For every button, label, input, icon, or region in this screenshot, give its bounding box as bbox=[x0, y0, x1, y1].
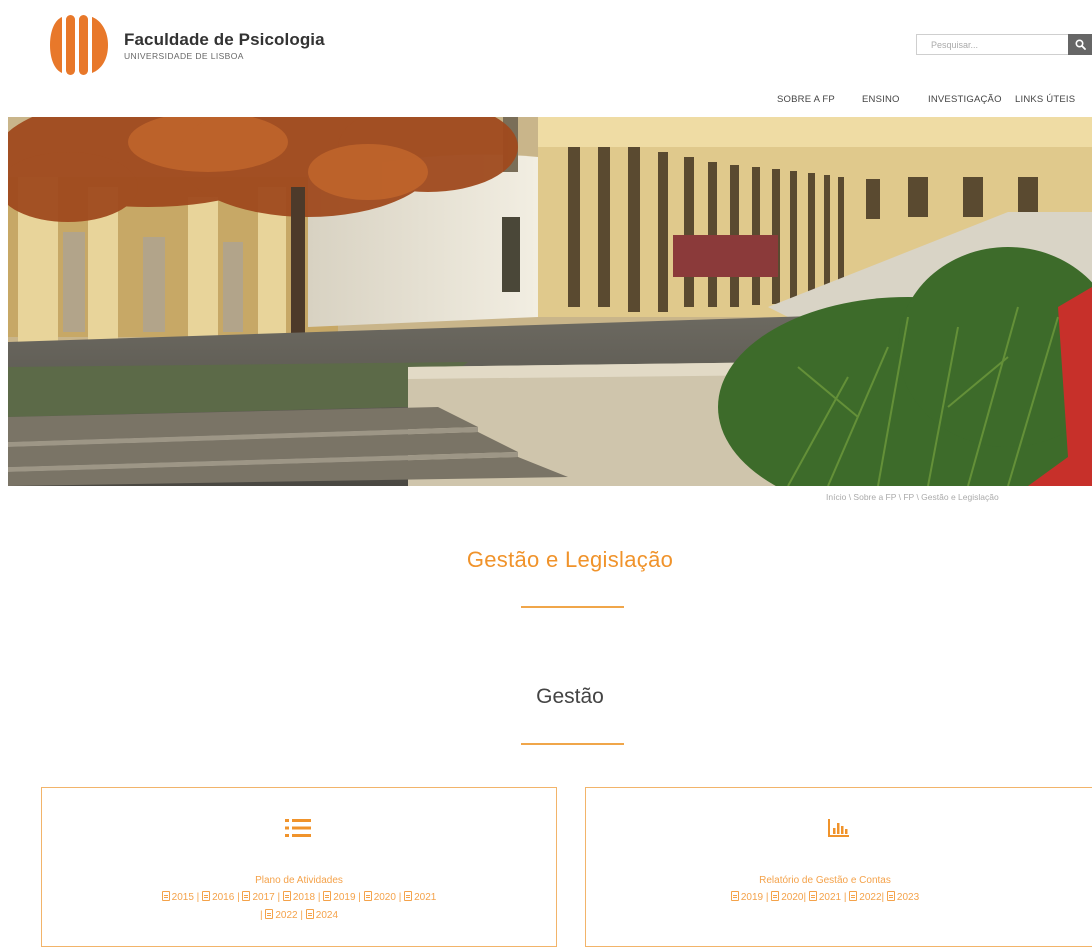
card-links-row-2: | 2022 | 2024 bbox=[259, 909, 339, 921]
card-links-row-1: 2019 | 2020| 2021 | 2022| 2023 bbox=[586, 890, 1064, 906]
title-divider bbox=[521, 606, 624, 608]
pdf-icon bbox=[886, 891, 895, 901]
pdf-icon bbox=[242, 891, 251, 901]
pdf-icon bbox=[323, 891, 332, 901]
pdf-link-2023[interactable]: 2023 bbox=[886, 891, 919, 903]
section-divider bbox=[521, 743, 624, 745]
breadcrumb-sobre-a-fp[interactable]: Sobre a FP bbox=[853, 492, 896, 502]
breadcrumb: Início \ Sobre a FP \ FP \ Gestão e Legi… bbox=[826, 492, 1092, 502]
pdf-icon bbox=[305, 909, 314, 919]
faculty-logo[interactable] bbox=[47, 14, 111, 76]
breadcrumb-fp[interactable]: FP bbox=[903, 492, 914, 502]
pdf-link-2018[interactable]: 2018 bbox=[282, 891, 315, 903]
pdf-link-2016[interactable]: 2016 bbox=[202, 891, 234, 903]
pdf-icon bbox=[849, 891, 858, 901]
main-nav: SOBRE A FP ENSINO INVESTIGAÇÃO LINKS ÚTE… bbox=[0, 94, 1092, 108]
search-icon bbox=[1074, 39, 1086, 50]
bar-chart-icon bbox=[828, 819, 849, 837]
nav-item-ensino[interactable]: ENSINO bbox=[862, 94, 900, 105]
search-box bbox=[916, 34, 1092, 55]
card-links-row-1: 2015 | 2016 | 2017 | 2018 | 2019 | 2020 … bbox=[42, 890, 556, 906]
list-icon bbox=[285, 819, 311, 837]
brand-title[interactable]: Faculdade de Psicologia bbox=[124, 30, 325, 50]
pdf-icon bbox=[161, 891, 170, 901]
pdf-icon bbox=[363, 891, 372, 901]
pdf-link-2020[interactable]: 2020 bbox=[363, 891, 396, 903]
pdf-link-2022[interactable]: 2022 bbox=[849, 891, 882, 903]
nav-item-links-uteis[interactable]: LINKS ÚTEIS bbox=[1015, 94, 1075, 105]
page-title: Gestão e Legislação bbox=[466, 547, 674, 572]
breadcrumb-current: Gestão e Legislação bbox=[921, 492, 999, 502]
card-title: Plano de Atividades bbox=[255, 875, 343, 886]
search-input[interactable] bbox=[916, 34, 1068, 55]
breadcrumb-home[interactable]: Início bbox=[826, 492, 846, 502]
pdf-link-2019[interactable]: 2019 bbox=[730, 891, 763, 903]
hero-image bbox=[8, 117, 1092, 486]
pdf-link-2020[interactable]: 2020 bbox=[771, 891, 803, 903]
card-relatorio-gestao-contas: Relatório de Gestão e Contas 2019 | 2020… bbox=[585, 787, 1092, 947]
section-title: Gestão bbox=[536, 685, 604, 708]
pdf-icon bbox=[808, 891, 817, 901]
card-title: Relatório de Gestão e Contas bbox=[759, 875, 891, 886]
card-plano-de-atividades: Plano de Atividades 2015 | 2016 | 2017 |… bbox=[41, 787, 557, 947]
pdf-link-2015[interactable]: 2015 bbox=[161, 891, 194, 903]
pdf-icon bbox=[282, 891, 291, 901]
nav-item-investigacao[interactable]: INVESTIGAÇÃO bbox=[928, 94, 1002, 105]
pdf-icon bbox=[730, 891, 739, 901]
pdf-icon bbox=[404, 891, 413, 901]
pdf-link-2024[interactable]: 2024 bbox=[305, 909, 338, 921]
pdf-link-2021[interactable]: 2021 bbox=[404, 891, 436, 903]
search-button[interactable] bbox=[1068, 34, 1092, 55]
pdf-link-2019[interactable]: 2019 bbox=[323, 891, 356, 903]
pdf-icon bbox=[202, 891, 211, 901]
pdf-icon bbox=[265, 909, 274, 919]
pdf-icon bbox=[771, 891, 780, 901]
nav-item-sobre-a-fp[interactable]: SOBRE A FP bbox=[777, 94, 835, 105]
pdf-link-2022[interactable]: 2022 bbox=[265, 909, 298, 921]
pdf-link-2017[interactable]: 2017 bbox=[242, 891, 275, 903]
pdf-link-2021[interactable]: 2021 bbox=[808, 891, 841, 903]
brand-subtitle: UNIVERSIDADE DE LISBOA bbox=[124, 51, 244, 61]
